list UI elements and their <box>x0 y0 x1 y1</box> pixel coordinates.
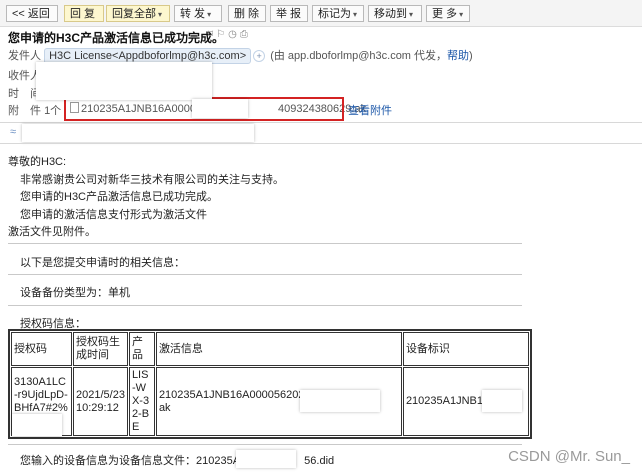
redaction-mask <box>192 99 248 118</box>
more-label: 更 多 <box>432 8 458 20</box>
table-row: 3130A1LC-r9UjdLpD-BHfA7#2%- 2021/5/23 10… <box>11 367 529 436</box>
redaction-mask <box>36 62 212 100</box>
activation-right: ak <box>158 401 171 414</box>
mail-subject: 您申请的H3C产品激活信息已成功完成。 <box>8 31 225 45</box>
back-button[interactable]: << 返回 <box>6 5 58 22</box>
divider <box>8 305 522 306</box>
forward-button[interactable]: 转 发 ▾ <box>174 5 222 22</box>
body-paragraph: 非常感谢贵公司对新华三技术有限公司的关注与支持。 <box>20 174 284 186</box>
mail-toolbar: << 返回 回 复 回复全部 ▾ 转 发 ▾ 删 除 举 报 标记为 ▾ 移动到 ▾ 更… <box>0 0 642 27</box>
auth-table: 授权码 授权码生成时间 产品 激活信息 设备标识 3130A1LC-r9UjdL… <box>8 329 532 439</box>
sender-label: 发件人 <box>8 50 41 62</box>
gen-time-cell: 2021/5/23 10:29:12 <box>73 367 128 436</box>
bookmark-icon[interactable]: ⌑ <box>208 29 216 40</box>
header-divider <box>0 122 642 123</box>
chevron-down-icon: ▾ <box>353 10 358 19</box>
mark-as-button[interactable]: 标记为 ▾ <box>312 5 364 22</box>
footer-prefix: 您输入的设备信息为设备信息文件：210235A1 <box>20 455 247 467</box>
table-header: 设备标识 <box>402 332 529 366</box>
divider <box>8 243 522 244</box>
watermark: CSDN @Mr. Sun_ <box>508 448 630 465</box>
table-header: 授权码生成时间 <box>73 332 128 366</box>
subject-actions: ⌑⚐◷⎙ <box>208 29 251 40</box>
attachment-label: 附 件 <box>8 105 41 117</box>
body-paragraph: 激活文件见附件。 <box>8 226 96 238</box>
product-cell: LIS-WX-32-BE <box>128 367 155 436</box>
more-button[interactable]: 更 多 ▾ <box>426 5 470 22</box>
help-link[interactable]: 帮助 <box>447 50 469 62</box>
print-icon[interactable]: ⎙ <box>240 29 251 40</box>
body-paragraph: 您申请的激活信息支付形式为激活文件 <box>20 209 207 221</box>
move-to-button[interactable]: 移动到 ▾ <box>368 5 422 22</box>
info-intro: 以下是您提交申请时的相关信息： <box>20 257 185 269</box>
footer-suffix: 56.did <box>304 455 335 467</box>
reply-all-label: 回复全部 <box>112 8 156 20</box>
activation-left: 210235A1JNB16A000056202101 <box>158 388 323 401</box>
view-attachments-link[interactable]: 查看附件 <box>348 102 392 118</box>
body-divider <box>0 143 642 144</box>
table-header: 激活信息 <box>155 332 402 366</box>
reply-all-button[interactable]: 回复全部 ▾ <box>106 5 170 22</box>
body-paragraph: 您申请的H3C产品激活信息已成功完成。 <box>20 191 219 203</box>
clock-icon[interactable]: ◷ <box>228 29 240 40</box>
chevron-down-icon: ▾ <box>459 10 464 19</box>
redaction-mask <box>22 124 254 142</box>
report-button[interactable]: 举 报 <box>270 5 308 22</box>
delete-button[interactable]: 删 除 <box>228 5 266 22</box>
add-contact-icon[interactable]: + <box>253 50 266 62</box>
flag-icon[interactable]: ⚐ <box>216 29 228 40</box>
chevron-down-icon: ▾ <box>207 10 212 19</box>
sender-via: (由 app.dboforlmp@h3c.com 代发， <box>270 50 448 62</box>
attachment-count: 1个 <box>44 105 62 117</box>
redaction-mask <box>300 390 380 412</box>
sender-via-end: ) <box>469 50 473 62</box>
table-header: 产品 <box>128 332 155 366</box>
forward-label: 转 发 <box>180 8 206 20</box>
redaction-mask <box>236 450 296 468</box>
redaction-mask <box>12 414 62 436</box>
table-header-row: 授权码 授权码生成时间 产品 激活信息 设备标识 <box>11 332 529 366</box>
table-header: 授权码 <box>11 332 72 366</box>
chevron-down-icon: ▾ <box>409 10 414 19</box>
move-to-label: 移动到 <box>374 8 407 20</box>
attachment-row: 附 件 1个 <box>8 102 61 118</box>
device-type: 设备备份类型为：单机 <box>20 287 130 299</box>
quick-action-icon[interactable]: ≈ <box>10 126 16 138</box>
mark-as-label: 标记为 <box>318 8 351 20</box>
divider <box>8 444 522 445</box>
greeting: 尊敬的H3C: <box>8 156 67 168</box>
chevron-down-icon: ▾ <box>158 10 163 19</box>
reply-button[interactable]: 回 复 <box>64 5 104 22</box>
divider <box>8 274 522 275</box>
redaction-mask <box>482 390 522 412</box>
